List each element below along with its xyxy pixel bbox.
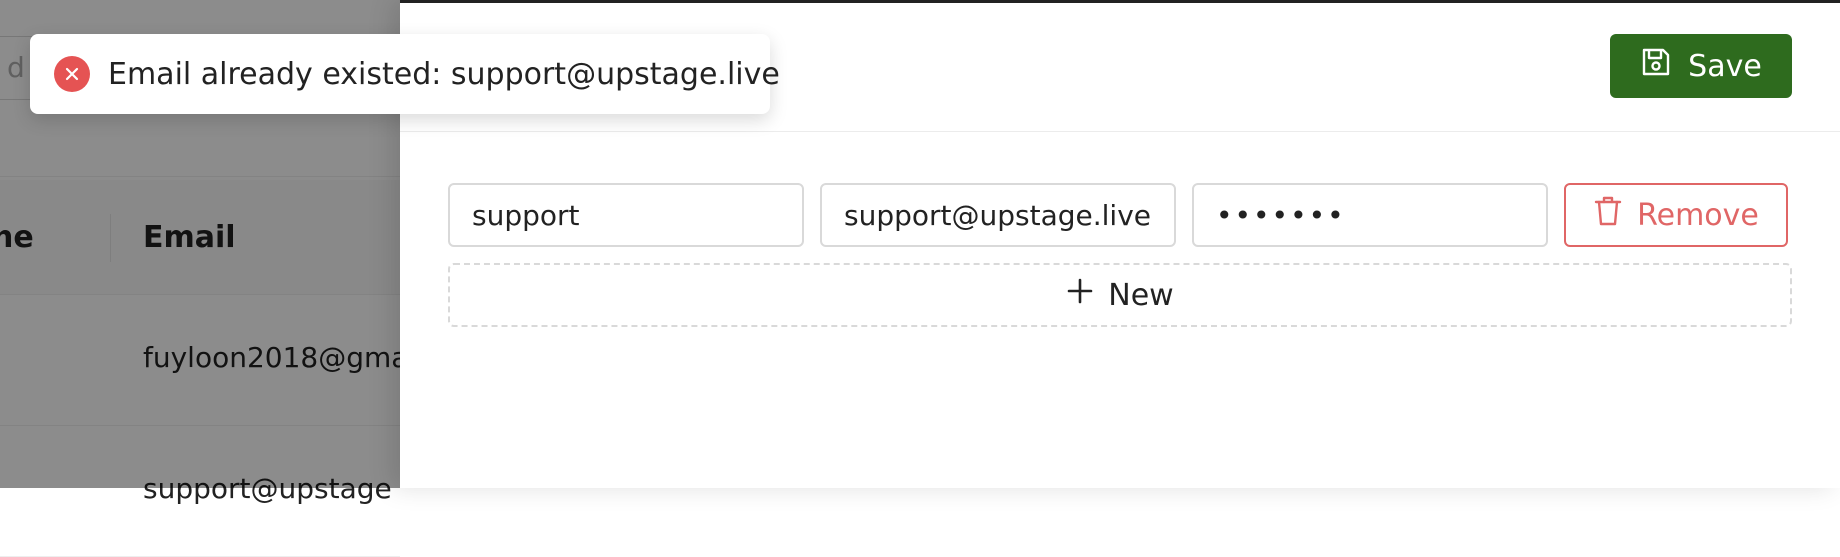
save-button[interactable]: Save <box>1610 34 1792 98</box>
floppy-disk-icon <box>1640 46 1672 86</box>
error-toast: Email already existed: support@upstage.l… <box>30 34 780 114</box>
new-row-button[interactable]: New <box>448 263 1792 327</box>
toast-message: Email already existed: support@upstage.l… <box>108 56 780 92</box>
trash-icon <box>1593 195 1623 235</box>
user-row: support support@upstage.live ••••••• Rem… <box>448 183 1788 247</box>
password-input[interactable]: ••••••• <box>1192 183 1548 247</box>
username-input[interactable]: support <box>448 183 804 247</box>
plus-icon <box>1066 277 1094 313</box>
remove-button-label: Remove <box>1637 197 1759 233</box>
save-button-label: Save <box>1688 48 1762 84</box>
new-row-button-label: New <box>1108 277 1174 313</box>
remove-button[interactable]: Remove <box>1564 183 1788 247</box>
error-circle-icon <box>54 56 90 92</box>
email-input[interactable]: support@upstage.live <box>820 183 1176 247</box>
